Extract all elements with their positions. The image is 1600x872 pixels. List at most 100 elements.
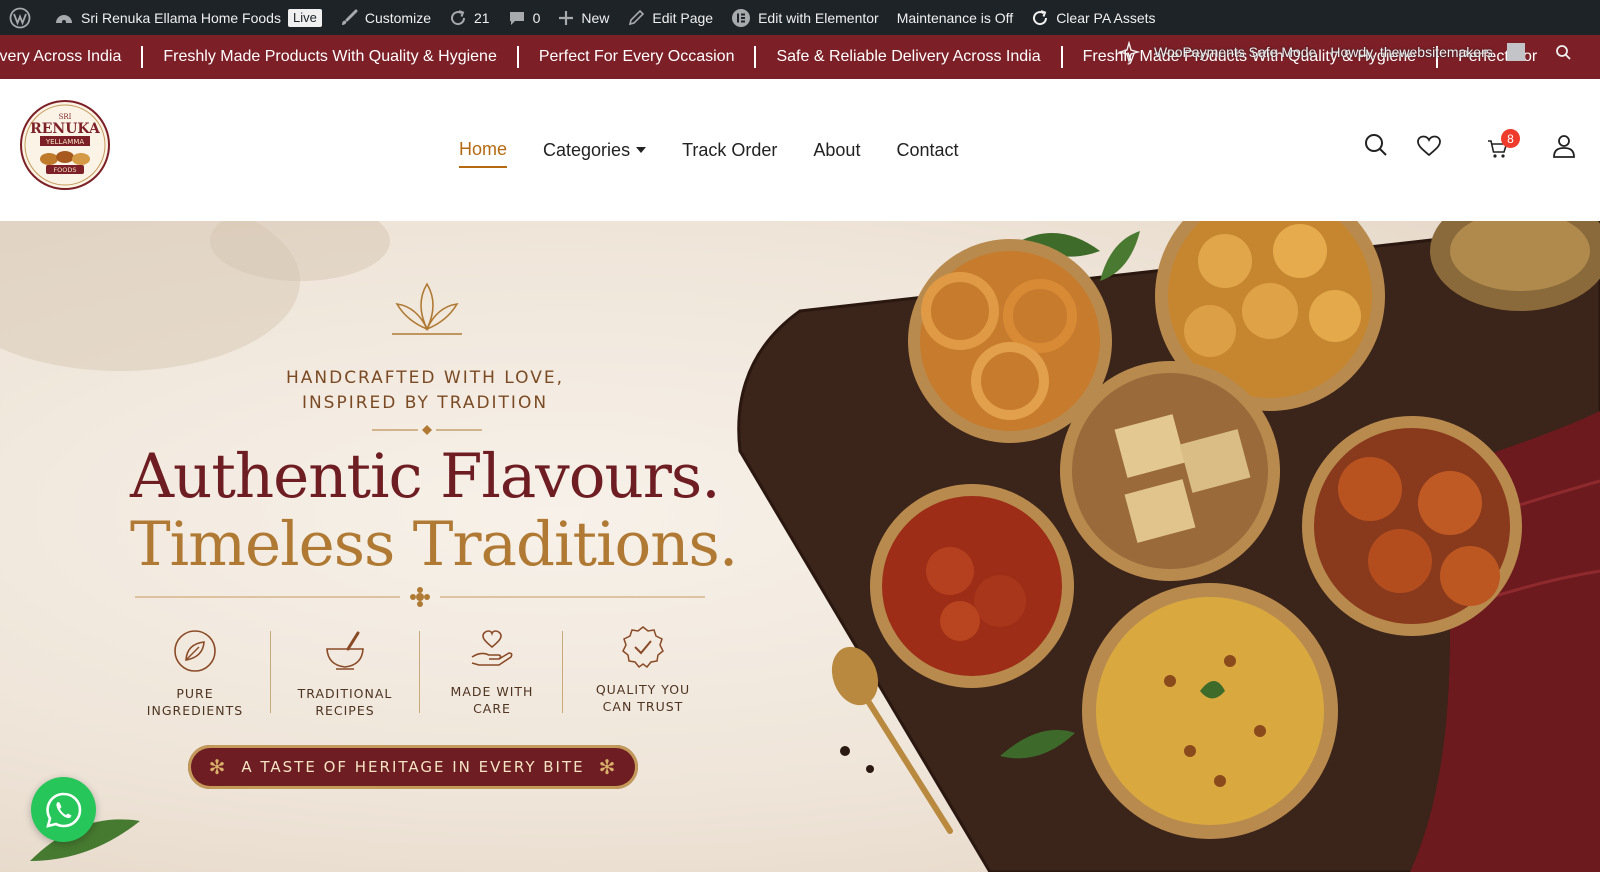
marquee-item: ivery Across India [0, 48, 122, 65]
mortar-pestle-icon [326, 631, 364, 670]
flower-icon: ✻ [208, 755, 228, 779]
updates-button[interactable]: 21 [440, 0, 499, 35]
feature-line-2: RECIPES [315, 703, 375, 718]
feature-line-2: CARE [473, 701, 511, 716]
comment-icon [509, 11, 524, 25]
nav-home-label: Home [459, 138, 508, 159]
logo-main-text: RENUKA [30, 121, 101, 137]
feature-quality-you-can-trust: QUALITY YOU CAN TRUST [573, 625, 713, 715]
nav-about-label: About [813, 139, 861, 160]
whatsapp-icon [45, 792, 81, 828]
cart-count-badge: 8 [1501, 129, 1520, 148]
elementor-icon [732, 8, 751, 27]
avatar[interactable] [1506, 43, 1525, 61]
quality-badge-icon [622, 626, 664, 669]
refresh-icon [451, 9, 465, 25]
feature-divider [270, 631, 271, 713]
wordpress-logo-button[interactable] [0, 0, 40, 35]
tagline-line-1: HANDCRAFTED WITH LOVE, [285, 368, 565, 388]
nav-about[interactable]: About [813, 134, 860, 167]
feature-line-1: QUALITY YOU [595, 682, 691, 697]
sparkle-icon[interactable] [1118, 41, 1140, 63]
logo-top-text: SRI [59, 113, 72, 121]
user-icon [1553, 135, 1575, 158]
heart-icon [1417, 135, 1441, 157]
caret-down-icon [636, 147, 647, 153]
nav-track-order[interactable]: Track Order [682, 134, 777, 167]
logo-sub-text: YELLAMMA [45, 138, 85, 146]
clear-pa-assets-button[interactable]: Clear PA Assets [1022, 0, 1164, 35]
live-badge: Live [287, 8, 322, 27]
search-icon[interactable] [1555, 44, 1571, 60]
maintenance-status[interactable]: Maintenance is Off [888, 0, 1022, 35]
hero-tagline: HANDCRAFTED WITH LOVE, INSPIRED BY TRADI… [260, 366, 590, 416]
main-navigation: Home Categories Track Order About Contac… [459, 79, 959, 221]
feature-line-1: MADE WITH [450, 684, 534, 699]
header-search-button[interactable] [1364, 133, 1388, 162]
site-name: Sri Renuka Ellama Home Foods [81, 9, 281, 26]
feature-made-with-care: MADE WITH CARE [422, 627, 562, 717]
heart-hand-icon [471, 630, 513, 666]
comments-count: 0 [532, 9, 541, 26]
account-button[interactable] [1552, 134, 1576, 163]
refresh-icon [1033, 9, 1048, 25]
wordpress-icon [9, 7, 31, 28]
dashboard-icon [56, 14, 72, 24]
hero-banner: HANDCRAFTED WITH LOVE, INSPIRED BY TRADI… [0, 221, 1600, 872]
renuka-yellamma-logo: SRI RENUKA YELLAMMA FOODS [20, 100, 110, 190]
announcement-marquee: ivery Across India Freshly Made Products… [0, 35, 1600, 79]
divider-ornament-icon [372, 425, 482, 435]
headline-line-2: Timeless Traditions. [130, 509, 738, 580]
new-label: New [581, 9, 610, 26]
flower-divider-icon [135, 587, 705, 607]
pencil-icon [629, 9, 645, 25]
brush-icon [341, 9, 358, 25]
new-content-button[interactable]: New [549, 0, 618, 35]
heritage-banner-text: A TASTE OF HERITAGE IN EVERY BITE [241, 758, 585, 776]
hero-content: HANDCRAFTED WITH LOVE, INSPIRED BY TRADI… [0, 221, 860, 872]
site-logo[interactable]: SRI RENUKA YELLAMMA FOODS [16, 99, 114, 191]
nav-categories-label: Categories [543, 139, 631, 160]
feature-line-2: CAN TRUST [602, 699, 684, 714]
headline-line-1: Authentic Flavours. [130, 441, 721, 512]
clear-assets-label: Clear PA Assets [1056, 9, 1156, 26]
feature-divider [562, 631, 563, 713]
customize-button[interactable]: Customize [331, 0, 440, 35]
site-name-menu[interactable]: Sri Renuka Ellama Home Foods Live [40, 0, 331, 35]
woopayments-safe-mode[interactable]: WooPayments Safe Mode [1154, 44, 1316, 60]
cart-button[interactable]: 8 [1487, 129, 1520, 164]
whatsapp-chat-button[interactable] [31, 777, 96, 842]
search-icon [1365, 134, 1387, 156]
leaf-icon [174, 630, 216, 672]
updates-count: 21 [473, 9, 490, 26]
logo-foods-text: FOODS [53, 166, 76, 174]
nav-home[interactable]: Home [459, 133, 508, 168]
heritage-banner: ✻ A TASTE OF HERITAGE IN EVERY BITE ✻ [188, 745, 638, 789]
flower-icon: ✻ [598, 755, 618, 779]
comments-button[interactable]: 0 [499, 0, 550, 35]
marquee-item: Safe & Reliable Delivery Across India [776, 48, 1041, 65]
edit-with-elementor-button[interactable]: Edit with Elementor [722, 0, 888, 35]
site-header: SRI RENUKA YELLAMMA FOODS Home Categorie… [0, 79, 1600, 221]
hero-headline: Authentic Flavours. Timeless Traditions. [130, 443, 770, 579]
tagline-line-2: INSPIRED BY TRADITION [301, 393, 549, 413]
feature-divider [419, 631, 420, 713]
feature-traditional-recipes: TRADITIONAL RECIPES [275, 629, 415, 719]
edit-elementor-label: Edit with Elementor [758, 9, 879, 26]
page: Sri Renuka Ellama Home Foods Live Custom… [0, 0, 1600, 872]
plus-icon [559, 10, 574, 25]
marquee-item: Perfect For Every Occasion [538, 48, 735, 65]
feature-line-1: TRADITIONAL [297, 686, 393, 701]
howdy-user[interactable]: Howdy, thewebsitemakers [1330, 44, 1492, 60]
lotus-ornament-icon [392, 282, 462, 335]
feature-pure-ingredients: PURE INGREDIENTS [125, 629, 265, 719]
marquee-item: Freshly Made Products With Quality & Hyg… [163, 48, 497, 65]
nav-contact-label: Contact [896, 139, 959, 160]
edit-page-button[interactable]: Edit Page [618, 0, 722, 35]
nav-categories[interactable]: Categories [543, 134, 647, 167]
nav-contact[interactable]: Contact [896, 134, 958, 167]
feature-line-1: PURE [176, 686, 214, 701]
customize-label: Customize [364, 9, 431, 26]
admin-bar-secondary: WooPayments Safe Mode Howdy, thewebsitem… [1118, 39, 1571, 65]
wishlist-button[interactable] [1417, 135, 1441, 162]
